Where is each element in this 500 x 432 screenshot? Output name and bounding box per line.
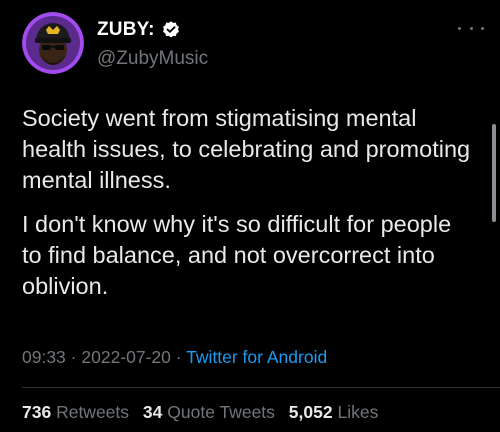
- likes-count: 5,052: [288, 402, 333, 422]
- more-options-icon[interactable]: [458, 18, 484, 38]
- divider: [22, 387, 500, 388]
- tweet-date[interactable]: 2022-07-20: [81, 347, 171, 367]
- retweets-label: Retweets: [56, 402, 130, 422]
- likes-stat[interactable]: 5,052 Likes: [289, 402, 379, 422]
- tweet-stats: 736 Retweets 34 Quote Tweets 5,052 Likes: [22, 402, 387, 423]
- scrollbar-thumb[interactable]: [492, 124, 496, 222]
- tweet-meta: 09:33 · 2022-07-20 · Twitter for Android: [22, 347, 327, 368]
- tweet-paragraph-1: Society went from stigmatising mental he…: [22, 105, 471, 193]
- avatar-image: [22, 12, 84, 74]
- author-display-name[interactable]: ZUBY:: [97, 19, 155, 41]
- author-handle[interactable]: @ZubyMusic: [97, 48, 208, 70]
- tweet-source-link[interactable]: Twitter for Android: [186, 347, 327, 367]
- retweets-count: 736: [22, 402, 52, 422]
- verified-badge-icon: [161, 20, 181, 40]
- avatar[interactable]: [22, 12, 84, 74]
- author-name-row[interactable]: ZUBY:: [97, 19, 181, 41]
- likes-label: Likes: [337, 402, 379, 422]
- quote-tweets-stat[interactable]: 34 Quote Tweets: [143, 402, 280, 422]
- meta-separator: ·: [175, 347, 182, 367]
- retweets-stat[interactable]: 736 Retweets: [22, 402, 134, 422]
- tweet-text: Society went from stigmatising mental he…: [22, 103, 472, 315]
- quote-tweets-label: Quote Tweets: [167, 402, 275, 422]
- tweet-time[interactable]: 09:33: [22, 347, 66, 367]
- meta-separator: ·: [70, 347, 77, 367]
- tweet-paragraph-2: I don't know why it's so difficult for p…: [22, 211, 452, 299]
- quote-tweets-count: 34: [142, 402, 163, 422]
